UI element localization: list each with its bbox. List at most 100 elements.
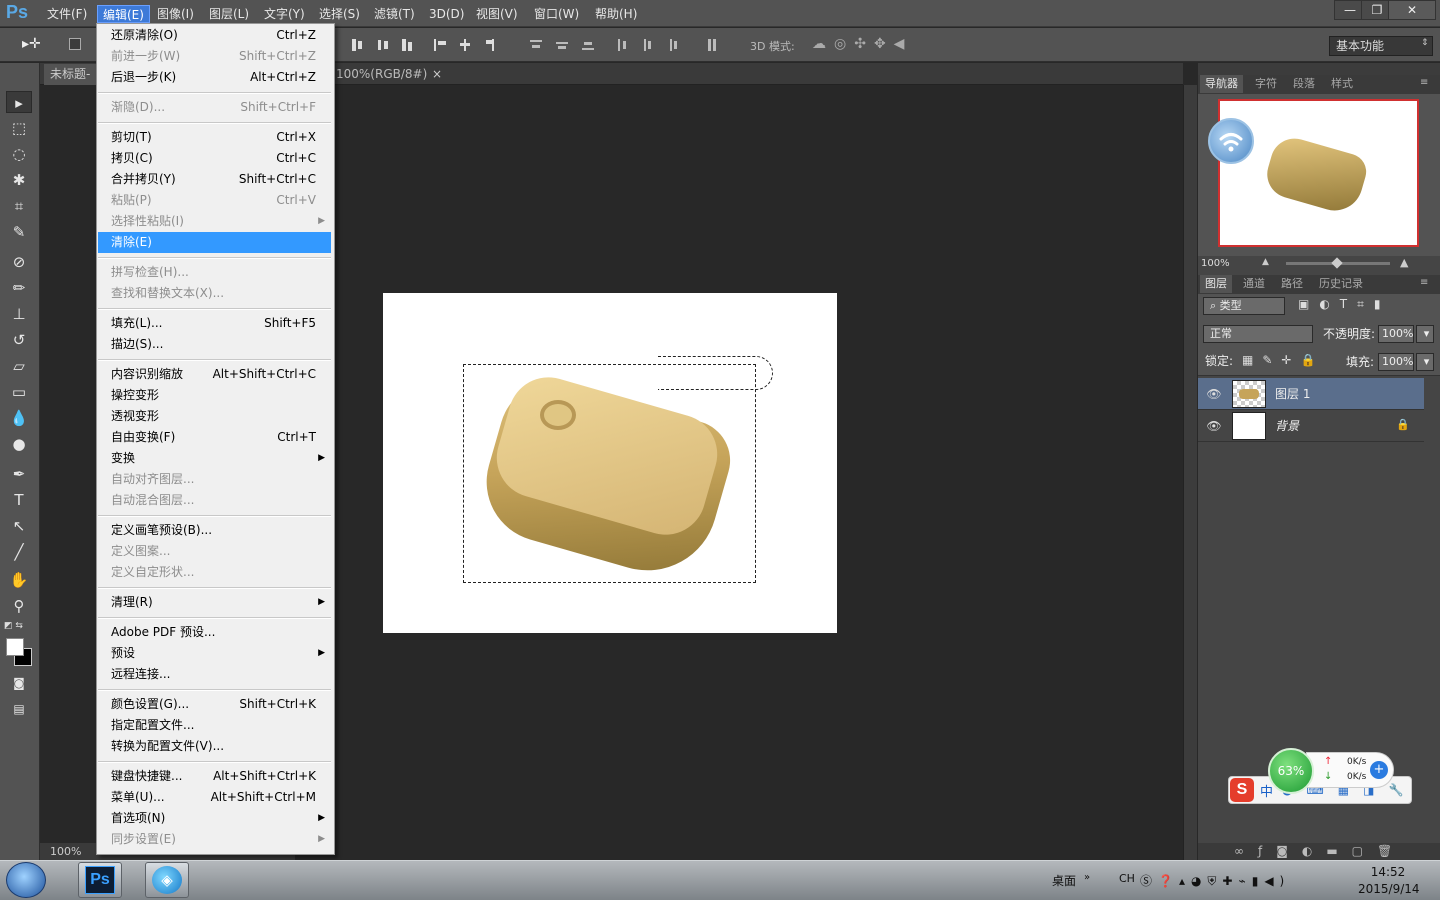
clock[interactable]: 14:52 2015/9/14: [1358, 864, 1420, 898]
hand-tool-icon[interactable]: ✋: [6, 569, 32, 591]
menu-file[interactable]: 文件(F): [42, 5, 92, 23]
layer-name[interactable]: 图层 1: [1275, 385, 1310, 403]
tab-styles[interactable]: 样式: [1326, 75, 1358, 93]
layer-filter-icons[interactable]: ▣◐T⌗▮: [1298, 297, 1426, 315]
wifi-float-icon[interactable]: [1208, 118, 1254, 164]
edit-menu-item[interactable]: 清理(R) ▶: [98, 592, 331, 613]
panel-menu-icon[interactable]: ≡: [1420, 77, 1428, 88]
zoom-in-icon[interactable]: ▲: [1400, 256, 1408, 269]
line-tool-icon[interactable]: ╱: [6, 541, 32, 563]
move-tool-icon[interactable]: ▸✛: [22, 36, 41, 52]
path-select-icon[interactable]: ↖: [6, 515, 32, 537]
edit-menu-item[interactable]: Adobe PDF 预设...: [98, 622, 331, 643]
edit-menu-item[interactable]: 键盘快捷键... Alt+Shift+Ctrl+K: [98, 766, 331, 787]
tray-icons[interactable]: Ⓢ❓▴◕⛨✚⌁▮◀): [1140, 872, 1290, 889]
edit-menu-item[interactable]: 指定配置文件...: [98, 715, 331, 736]
lang-indicator[interactable]: CH: [1119, 872, 1135, 885]
edit-menu-item[interactable]: 内容识别缩放 Alt+Shift+Ctrl+C: [98, 364, 331, 385]
opacity-input[interactable]: 100%: [1378, 325, 1414, 343]
brush-tool-icon[interactable]: ✏: [6, 277, 32, 299]
layer-filter-select[interactable]: ⌕ 类型: [1203, 297, 1285, 315]
document-tab-title[interactable]: 100%(RGB/8#): [336, 64, 446, 85]
zoom-tool-icon[interactable]: ⚲: [6, 595, 32, 617]
lock-icons[interactable]: ▦✎✛🔒: [1242, 353, 1324, 367]
eyedropper-icon[interactable]: ✎: [6, 221, 32, 243]
opacity-dropdown-icon[interactable]: ▾: [1416, 325, 1434, 343]
edit-menu-item[interactable]: 定义自定形状...: [98, 562, 331, 583]
menu-type[interactable]: 文字(Y): [259, 5, 310, 23]
edit-menu-item[interactable]: 选择性粘贴(I) ▶: [98, 211, 331, 232]
edit-menu-item[interactable]: 自动混合图层...: [98, 490, 331, 511]
menu-window[interactable]: 窗口(W): [529, 5, 584, 23]
eraser-tool-icon[interactable]: ▱: [6, 355, 32, 377]
edit-menu-item[interactable]: 透视变形: [98, 406, 331, 427]
vertical-scrollbar[interactable]: [1183, 85, 1197, 860]
stamp-tool-icon[interactable]: ⊥: [6, 303, 32, 325]
close-tab-icon[interactable]: ×: [432, 67, 442, 81]
magic-wand-icon[interactable]: ✱: [6, 169, 32, 191]
eye-icon[interactable]: 👁: [1205, 417, 1223, 435]
align-icons-group[interactable]: [350, 37, 510, 53]
tab-paragraph[interactable]: 段落: [1288, 75, 1320, 93]
fill-dropdown-icon[interactable]: ▾: [1416, 353, 1434, 371]
tab-paths[interactable]: 路径: [1276, 275, 1308, 293]
start-button[interactable]: [6, 862, 46, 898]
document-tab[interactable]: 未标题-: [44, 64, 98, 85]
edit-menu-item[interactable]: 远程连接...: [98, 664, 331, 685]
align-icons[interactable]: [350, 37, 510, 53]
blur-tool-icon[interactable]: 💧: [6, 407, 32, 429]
edit-menu-item[interactable]: 查找和替换文本(X)...: [98, 283, 331, 304]
browser-icon[interactable]: ◈: [152, 866, 182, 894]
edit-menu-item[interactable]: 拼写检查(H)...: [98, 262, 331, 283]
lasso-tool-icon[interactable]: ◌: [6, 143, 32, 165]
workspace-select[interactable]: 基本功能: [1329, 36, 1433, 56]
3d-mode-icons[interactable]: ☁◎✣✥◀: [812, 36, 942, 54]
move-tool-icon[interactable]: ▸: [6, 91, 32, 113]
layer-actions-icons[interactable]: ∞ƒ◙◐▬▢🗑: [1234, 843, 1406, 860]
menu-filter[interactable]: 滤镜(T): [369, 5, 420, 23]
edit-menu-item[interactable]: 菜单(U)... Alt+Shift+Ctrl+M: [98, 787, 331, 808]
auto-select-checkbox[interactable]: [69, 38, 81, 50]
distribute-icons-group[interactable]: [528, 37, 728, 53]
dodge-tool-icon[interactable]: ●: [6, 433, 32, 455]
tab-character[interactable]: 字符: [1250, 75, 1282, 93]
edit-menu-item[interactable]: 定义图案...: [98, 541, 331, 562]
tab-layers[interactable]: 图层: [1200, 275, 1232, 293]
menu-3d[interactable]: 3D(D): [424, 5, 469, 23]
edit-menu-item[interactable]: 前进一步(W) Shift+Ctrl+Z: [98, 46, 331, 67]
close-button[interactable]: ✕: [1388, 0, 1436, 20]
edit-menu-item[interactable]: 描边(S)...: [98, 334, 331, 355]
menu-help[interactable]: 帮助(H): [590, 5, 642, 23]
history-brush-icon[interactable]: ↺: [6, 329, 32, 351]
blend-mode-select[interactable]: 正常: [1203, 325, 1313, 343]
tab-navigator[interactable]: 导航器: [1200, 75, 1243, 93]
menu-image[interactable]: 图像(I): [152, 5, 199, 23]
edit-menu-item[interactable]: 定义画笔预设(B)...: [98, 520, 331, 541]
desktop-toolbar-label[interactable]: 桌面: [1052, 872, 1076, 889]
edit-menu-item[interactable]: 填充(L)... Shift+F5: [98, 313, 331, 334]
edit-menu-item[interactable]: 同步设置(E) ▶: [98, 829, 331, 850]
edit-menu-item[interactable]: 剪切(T) Ctrl+X: [98, 127, 331, 148]
edit-menu-item[interactable]: 渐隐(D)... Shift+Ctrl+F: [98, 97, 331, 118]
edit-menu-item[interactable]: 变换 ▶: [98, 448, 331, 469]
edit-menu-item[interactable]: 颜色设置(G)... Shift+Ctrl+K: [98, 694, 331, 715]
menu-edit[interactable]: 编辑(E): [97, 5, 150, 23]
edit-menu-item[interactable]: 后退一步(K) Alt+Ctrl+Z: [98, 67, 331, 88]
photoshop-icon[interactable]: Ps: [85, 866, 115, 894]
edit-menu-item[interactable]: 还原清除(O) Ctrl+Z: [98, 25, 331, 46]
menu-select[interactable]: 选择(S): [314, 5, 365, 23]
edit-menu-item[interactable]: 转换为配置文件(V)...: [98, 736, 331, 757]
background-layer-name[interactable]: 背景: [1275, 417, 1299, 435]
edit-menu-item[interactable]: 清除(E): [98, 232, 331, 253]
menu-view[interactable]: 视图(V): [471, 5, 523, 23]
accelerate-plus-icon[interactable]: +: [1370, 761, 1388, 779]
marquee-tool-icon[interactable]: ⬚: [6, 117, 32, 139]
menu-layer[interactable]: 图层(L): [204, 5, 254, 23]
edit-menu-item[interactable]: 拷贝(C) Ctrl+C: [98, 148, 331, 169]
healing-brush-icon[interactable]: ⊘: [6, 251, 32, 273]
panel-collapse-bar[interactable]: [1198, 63, 1440, 75]
type-tool-icon[interactable]: T: [6, 489, 32, 511]
distribute-icons[interactable]: [528, 37, 728, 53]
swap-colors-icon[interactable]: ◩ ⇆: [4, 621, 34, 633]
screen-mode-icon[interactable]: ▤: [6, 698, 32, 720]
